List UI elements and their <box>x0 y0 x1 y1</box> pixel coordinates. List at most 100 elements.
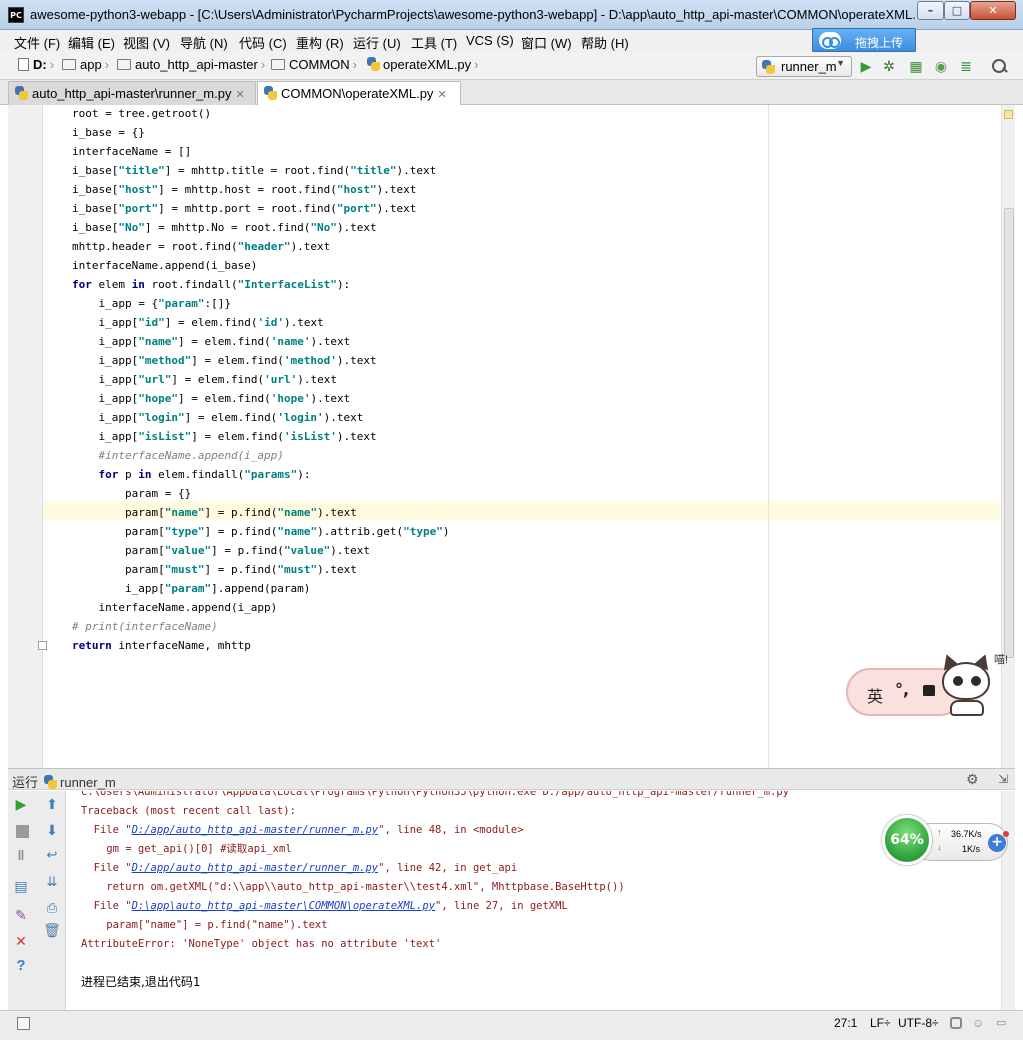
code-token: ] = elem.find( <box>191 354 284 367</box>
code-token: ).text <box>297 373 337 386</box>
run-icon[interactable]: ▶ <box>857 57 875 75</box>
code-token: elem.findall( <box>151 468 245 481</box>
profile-icon[interactable]: ◉ <box>932 57 950 75</box>
menu-edit[interactable]: 编辑 (E) <box>68 33 115 52</box>
soft-wrap-icon[interactable]: ↩ <box>43 846 61 864</box>
code-token: param[ <box>72 525 165 538</box>
memory-usage-ball[interactable]: 64% <box>882 815 932 865</box>
run-with-coverage-icon[interactable]: ▦ <box>907 57 925 75</box>
stop-icon[interactable] <box>16 825 29 838</box>
code-token: ).text <box>323 411 364 424</box>
str-token: "method" <box>138 354 192 367</box>
code-token: ).text <box>317 506 357 519</box>
breadcrumb-common[interactable]: COMMON › <box>271 57 357 75</box>
close-tab-icon[interactable]: ✕ <box>437 89 446 101</box>
ime-skin-icon[interactable] <box>923 685 935 696</box>
lock-icon[interactable] <box>950 1017 962 1029</box>
editor-scrollbar[interactable] <box>1001 105 1015 768</box>
up-stack-icon[interactable]: ⬆ <box>43 795 61 813</box>
file-encoding[interactable]: UTF-8÷ <box>898 1016 939 1030</box>
file-link[interactable]: D:/app/auto_http_api-master/runner_m.py <box>132 824 379 836</box>
close-icon[interactable]: ✕ <box>12 932 30 950</box>
ime-punctuation-label[interactable]: °, <box>895 680 909 699</box>
kw-token: in <box>138 468 152 481</box>
file-link[interactable]: D:\app\auto_http_api-master\COMMON\opera… <box>132 900 435 912</box>
run-console-output[interactable]: C:\Users\Administrator\AppData\Local\Pro… <box>67 791 1001 1010</box>
drag-upload-button[interactable]: 拖拽上传 <box>812 28 916 52</box>
hector-inspector-icon[interactable]: ☺ <box>972 1016 984 1030</box>
down-stack-icon[interactable]: ⬇ <box>43 821 61 839</box>
menu-file[interactable]: 文件 (F) <box>14 33 60 52</box>
hide-panel-icon[interactable]: ⇲ <box>998 772 1008 786</box>
str-token: "name" <box>164 506 205 519</box>
breadcrumb-app[interactable]: app › <box>62 57 109 75</box>
breadcrumb-project[interactable]: auto_http_api-master › <box>117 57 265 75</box>
minimize-button[interactable]: – <box>917 1 944 20</box>
breadcrumb-label: auto_http_api-master <box>135 57 258 72</box>
tab-runner-m[interactable]: auto_http_api-master\runner_m.py ✕ <box>8 81 256 105</box>
code-token: ] = p.find( <box>211 544 284 557</box>
run-config-select[interactable]: runner_m ▼ <box>756 56 852 77</box>
editor-gutter[interactable] <box>8 105 47 768</box>
menu-window[interactable]: 窗口 (W) <box>521 33 572 52</box>
chevron-right-icon: › <box>474 57 479 72</box>
print-icon[interactable]: ⎙ <box>43 899 61 917</box>
menu-navigate[interactable]: 导航 (N) <box>180 33 228 52</box>
ime-status-widget[interactable]: 英 °, 喵! <box>845 651 1008 720</box>
fold-marker-icon[interactable] <box>38 641 47 650</box>
close-button[interactable]: ✕ <box>970 1 1016 20</box>
help-icon[interactable]: ? <box>12 957 30 975</box>
rerun-icon[interactable]: ▶ <box>12 795 30 813</box>
str-token: "title" <box>350 164 397 177</box>
tool-windows-toggle-icon[interactable] <box>17 1017 30 1030</box>
tab-operatexml[interactable]: COMMON\operateXML.py ✕ <box>257 81 461 105</box>
menu-refactor[interactable]: 重构 (R) <box>296 33 344 52</box>
breadcrumb-drive[interactable]: D: › <box>18 57 54 75</box>
code-token: i_app[ <box>72 316 139 329</box>
status-bar: 27:1 LF÷ UTF-8÷ ☺ ▭ <box>0 1010 1023 1040</box>
cat-eye <box>971 676 981 686</box>
trash-icon[interactable]: 🗑 <box>43 921 61 939</box>
breadcrumb-label: app <box>80 57 102 72</box>
speedup-plus-icon[interactable]: + <box>988 834 1006 852</box>
run-panel-config: runner_m <box>60 775 116 790</box>
code-token: i_app[ <box>72 582 165 595</box>
python-file-icon <box>15 86 28 100</box>
breadcrumb-file[interactable]: operateXML.py › <box>367 57 479 75</box>
caret-position[interactable]: 27:1 <box>834 1016 857 1030</box>
restore-layout-icon[interactable]: ▤ <box>12 877 30 895</box>
menu-run[interactable]: 运行 (U) <box>353 33 401 52</box>
menu-view[interactable]: 视图 (V) <box>123 33 170 52</box>
close-tab-icon[interactable]: ✕ <box>235 89 244 101</box>
scroll-to-end-icon[interactable]: ⇊ <box>43 873 61 891</box>
debug-icon[interactable]: ✲ <box>880 57 898 75</box>
search-everywhere-icon[interactable] <box>990 57 1008 75</box>
code-token: ", line 42, in get_api <box>378 862 518 874</box>
pause-icon[interactable]: ‖ <box>12 846 30 864</box>
event-log-icon[interactable]: ▭ <box>996 1016 1006 1029</box>
pin-tab-icon[interactable]: ✎ <box>12 906 30 924</box>
editor-scrollbar-thumb[interactable] <box>1004 208 1014 658</box>
maximize-button[interactable]: □ <box>944 1 970 20</box>
folder-icon <box>62 59 76 70</box>
code-line: i_app["name"] = elem.find('name').text <box>72 332 450 351</box>
code-lines: root = tree.getroot() i_base = {} interfac… <box>72 104 450 655</box>
line-separator[interactable]: LF÷ <box>870 1016 891 1030</box>
code-line: i_base["No"] = mhttp.No = root.find("No"… <box>72 218 450 237</box>
inspection-status-icon[interactable] <box>1004 110 1013 119</box>
menu-help[interactable]: 帮助 (H) <box>581 33 629 52</box>
menu-code[interactable]: 代码 (C) <box>239 33 287 52</box>
menu-vcs[interactable]: VCS (S) <box>466 33 514 48</box>
str-token: 'hope' <box>270 392 311 405</box>
ime-language-label[interactable]: 英 <box>867 683 883 707</box>
gear-icon[interactable]: ⚙ <box>966 771 979 788</box>
code-token: i_app[ <box>72 430 139 443</box>
run-tests-icon[interactable]: ≣ <box>957 57 975 75</box>
str-token: 'name' <box>270 335 311 348</box>
file-link[interactable]: D:/app/auto_http_api-master/runner_m.py <box>132 862 379 874</box>
network-speed-widget[interactable]: ↑ 36.7K/s ↓ 1K/s + 64% <box>882 815 1010 867</box>
menu-tools[interactable]: 工具 (T) <box>411 33 457 52</box>
code-token: File " <box>81 900 132 912</box>
code-token: ] = mhttp.host = root.find( <box>158 183 337 196</box>
